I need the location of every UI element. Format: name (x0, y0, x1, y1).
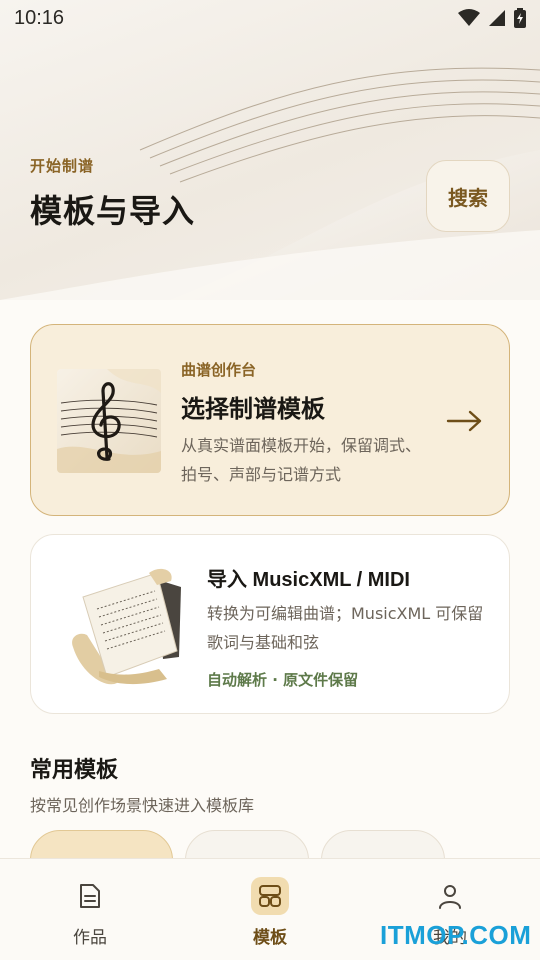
nav-label: 作品 (73, 928, 107, 948)
section-subtitle: 按常见创作场景快速进入模板库 (30, 796, 255, 815)
layout-grid-icon (251, 877, 289, 915)
card-description: 从真实谱面模板开始，保留调式、拍号、声部与记谱方式 (181, 436, 422, 484)
battery-icon (514, 8, 526, 28)
nav-item-templates[interactable]: 模板 (210, 859, 330, 960)
card-tag: 自动解析 · 原文件保留 (207, 671, 359, 689)
card-title: 导入 MusicXML / MIDI (207, 569, 410, 591)
status-bar: 10:16 (0, 0, 540, 36)
staff-wave-decoration (0, 67, 540, 300)
cell-signal-icon (489, 10, 505, 26)
card-eyebrow: 曲谱创作台 (181, 361, 257, 379)
hero-banner (0, 0, 540, 300)
watermark-logo: ITMOP.COM (380, 920, 532, 950)
nav-item-works[interactable]: 作品 (30, 859, 150, 960)
card-description: 转换为可编辑曲谱；MusicXML 可保留歌词与基础和弦 (207, 604, 484, 652)
arrow-right-icon (446, 410, 482, 432)
person-icon (431, 877, 469, 915)
section-title: 常用模板 (30, 758, 119, 783)
document-icon (71, 877, 109, 915)
search-button[interactable]: 搜索 (426, 160, 510, 232)
wifi-icon (458, 9, 480, 26)
status-icons (458, 8, 526, 28)
import-file-card[interactable]: 导入 MusicXML / MIDI 转换为可编辑曲谱；MusicXML 可保留… (30, 534, 510, 714)
sheet-music-scroll-icon (72, 568, 181, 685)
nav-label: 模板 (253, 928, 287, 948)
card-title: 选择制谱模板 (181, 395, 325, 423)
treble-clef-icon (57, 369, 161, 473)
page-kicker: 开始制谱 (30, 157, 95, 175)
page-title: 模板与导入 (30, 192, 196, 230)
select-template-card[interactable]: 曲谱创作台 选择制谱模板 从真实谱面模板开始，保留调式、拍号、声部与记谱方式 (30, 324, 510, 516)
treble-clef-thumbnail (57, 369, 161, 473)
status-time: 10:16 (14, 6, 65, 29)
